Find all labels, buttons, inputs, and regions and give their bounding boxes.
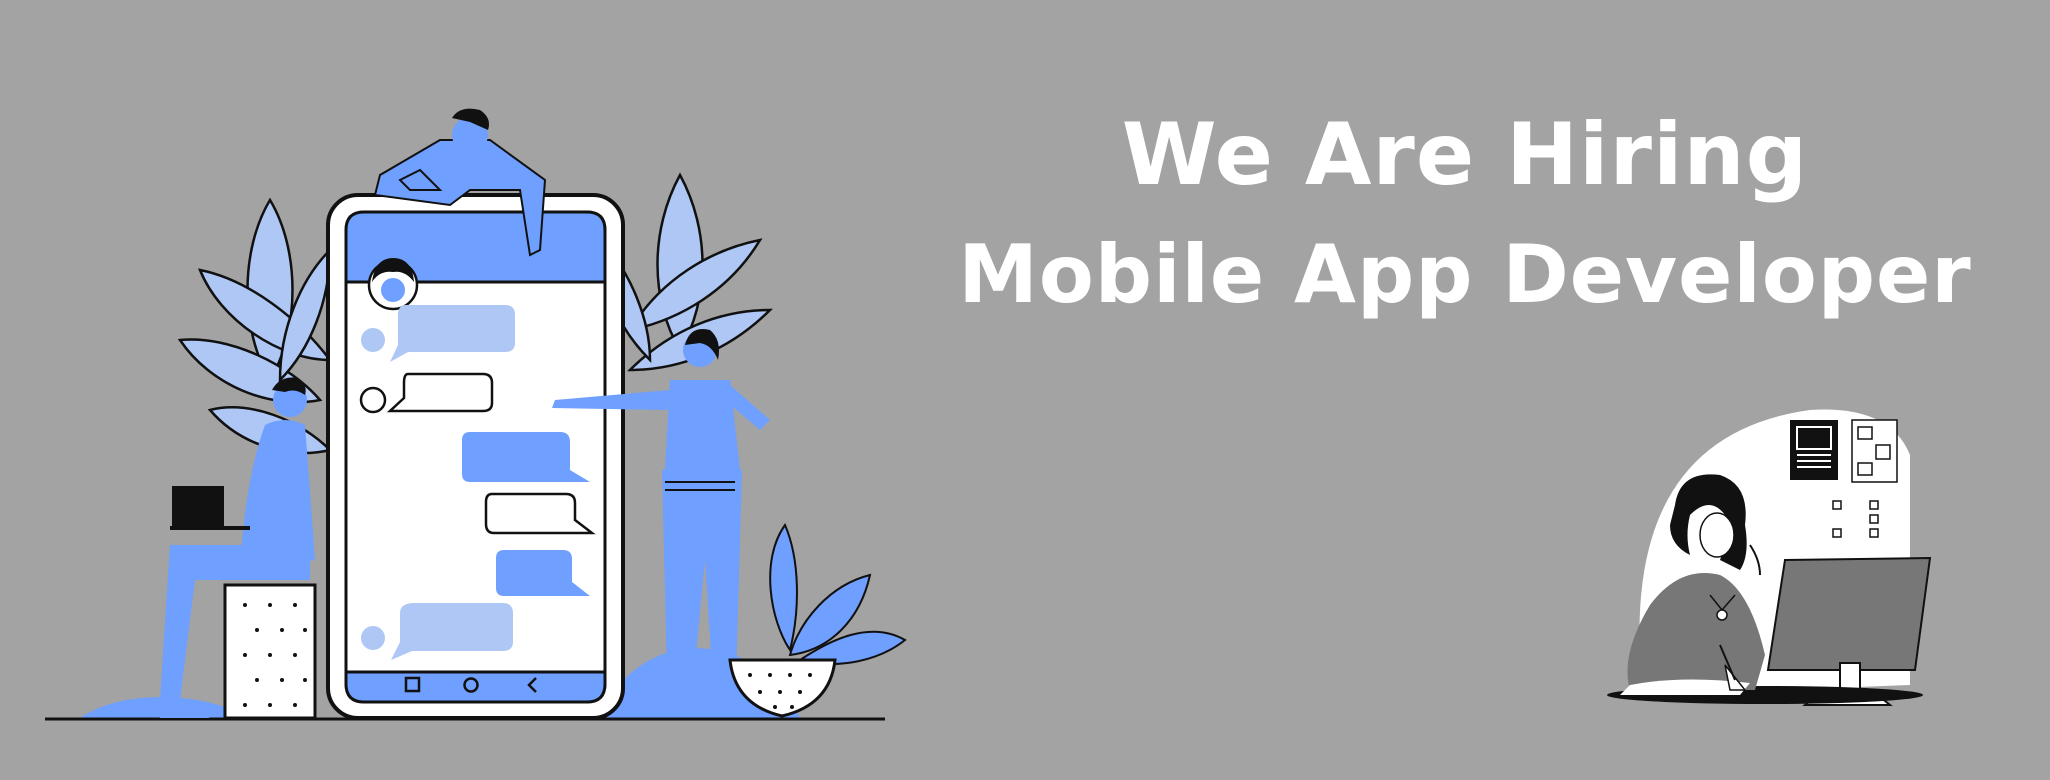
headline-line-1: We Are Hiring: [1121, 105, 1809, 205]
potted-plant-illustration: [728, 522, 907, 718]
leaf-plant-right-icon: [598, 172, 774, 372]
woman-at-computer-illustration: [1607, 409, 1932, 706]
headline-line-2: Mobile App Developer: [958, 228, 1972, 321]
team-phone-chat-illustration: [45, 108, 907, 721]
dotted-stool-illustration: [223, 583, 317, 720]
hiring-banner: We Are Hiring Mobile App Developer: [0, 0, 2050, 780]
hiring-headline: We Are Hiring Mobile App Developer: [940, 95, 1990, 335]
leaf-plant-left-icon: [177, 197, 333, 455]
smartphone-illustration: [326, 193, 625, 720]
